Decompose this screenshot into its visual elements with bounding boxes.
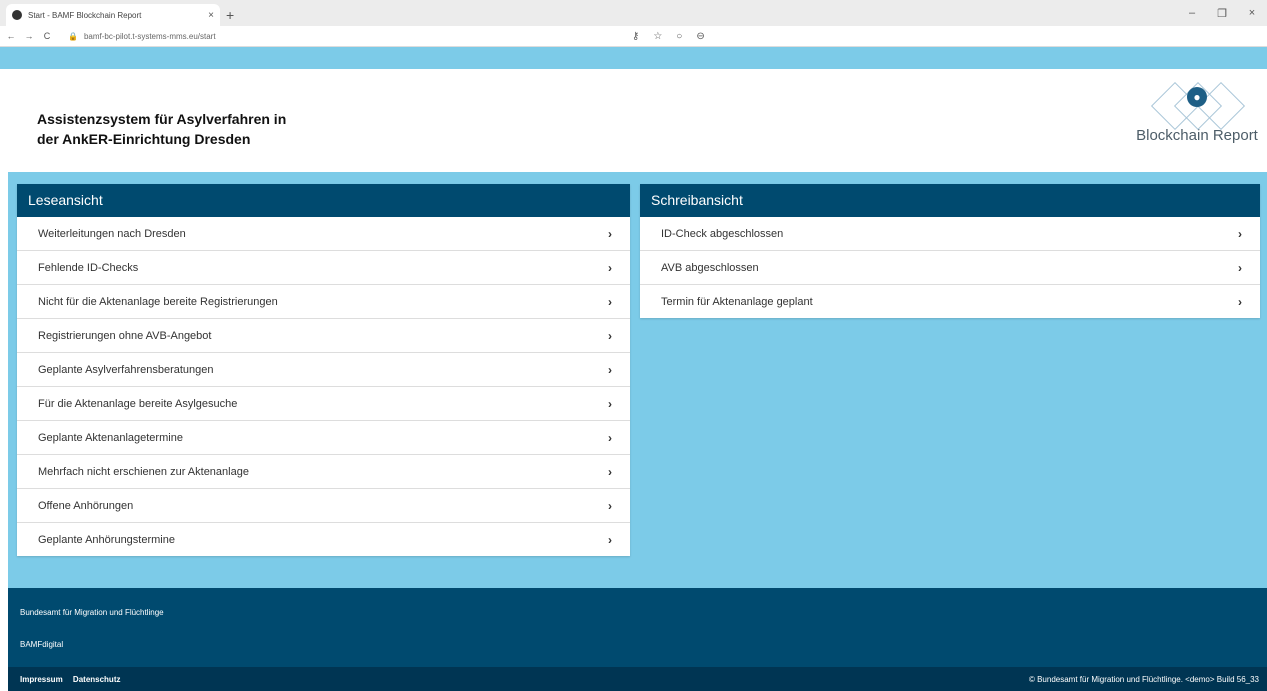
page-title: Assistenzsystem für Asylverfahren in der… [37, 109, 377, 149]
top-strip [0, 47, 1267, 69]
main-area: Leseansicht Weiterleitungen nach Dresden… [8, 172, 1267, 588]
copyright-text: © Bundesamt für Migration und Flüchtling… [1028, 675, 1259, 684]
list-item-label: Für die Aktenanlage bereite Asylgesuche [38, 397, 238, 410]
star-icon[interactable]: ☆ [653, 31, 662, 42]
chevron-right-icon: › [608, 430, 612, 445]
profile-icon[interactable]: ⊖ [696, 31, 704, 42]
chevron-right-icon: › [608, 260, 612, 275]
chevron-right-icon: › [1238, 260, 1242, 275]
bottom-bar: Impressum Datenschutz © Bundesamt für Mi… [8, 667, 1267, 691]
panel-title-leseansicht: Leseansicht [17, 184, 630, 217]
chevron-right-icon: › [608, 396, 612, 411]
chevron-right-icon: › [608, 464, 612, 479]
impressum-link[interactable]: Impressum [20, 675, 63, 684]
chevron-right-icon: › [608, 328, 612, 343]
chevron-right-icon: › [1238, 226, 1242, 241]
list-item[interactable]: AVB abgeschlossen › [640, 251, 1260, 285]
blockchain-report-logo: ● Blockchain Report [1135, 81, 1259, 147]
list-item[interactable]: Fehlende ID-Checks › [17, 251, 630, 285]
page-title-line2: der AnkER-Einrichtung Dresden [37, 131, 251, 147]
page-footer: Bundesamt für Migration und Flüchtlinge … [8, 588, 1267, 667]
list-item[interactable]: Registrierungen ohne AVB-Angebot › [17, 319, 630, 353]
lock-icon: 🔒 [68, 31, 78, 41]
list-item[interactable]: Nicht für die Aktenanlage bereite Regist… [17, 285, 630, 319]
list-item-label: Fehlende ID-Checks [38, 261, 139, 274]
list-item-label: Weiterleitungen nach Dresden [38, 227, 186, 240]
tab-close-icon[interactable]: × [208, 10, 214, 21]
list-item-label: ID-Check abgeschlossen [661, 227, 784, 240]
chevron-right-icon: › [608, 532, 612, 547]
list-item[interactable]: Geplante Anhörungstermine › [17, 523, 630, 556]
minimize-icon[interactable]: – [1177, 7, 1207, 19]
footer-links: Impressum Datenschutz [20, 675, 128, 684]
chevron-right-icon: › [608, 498, 612, 513]
list-item-label: Geplante Anhörungstermine [38, 533, 175, 546]
address-bar: ← → C 🔒 bamf-bc-pilot.t-systems-mms.eu/s… [0, 26, 1267, 47]
chevron-right-icon: › [608, 362, 612, 377]
page-title-line1: Assistenzsystem für Asylverfahren in [37, 111, 287, 127]
chevron-right-icon: › [1238, 294, 1242, 309]
page-header: Assistenzsystem für Asylverfahren in der… [0, 69, 1267, 174]
key-icon[interactable]: ⚷ [632, 31, 639, 42]
browser-tab[interactable]: Start - BAMF Blockchain Report × [6, 4, 220, 26]
browser-tabbar: Start - BAMF Blockchain Report × + – ❐ × [0, 0, 1267, 26]
maximize-icon[interactable]: ❐ [1207, 7, 1237, 20]
chevron-right-icon: › [608, 294, 612, 309]
back-arrow-icon[interactable]: ← [4, 31, 18, 41]
panel-schreibansicht: Schreibansicht ID-Check abgeschlossen › A… [640, 184, 1260, 318]
list-item[interactable]: Mehrfach nicht erschienen zur Aktenanlag… [17, 455, 630, 489]
extension-icon[interactable]: ○ [676, 31, 682, 42]
chevron-right-icon: › [608, 226, 612, 241]
list-item[interactable]: Termin für Aktenanlage geplant › [640, 285, 1260, 318]
datenschutz-link[interactable]: Datenschutz [73, 675, 121, 684]
panel-title-schreibansicht: Schreibansicht [640, 184, 1260, 217]
list-item-label: Mehrfach nicht erschienen zur Aktenanlag… [38, 465, 249, 478]
user-icon: ● [1187, 87, 1207, 107]
list-item[interactable]: ID-Check abgeschlossen › [640, 217, 1260, 251]
list-item[interactable]: Weiterleitungen nach Dresden › [17, 217, 630, 251]
forward-arrow-icon[interactable]: → [22, 31, 36, 41]
browser-tab-title: Start - BAMF Blockchain Report [28, 10, 142, 20]
list-item-label: Offene Anhörungen [38, 499, 134, 512]
window-controls: – ❐ × [1177, 0, 1267, 26]
list-item-label: Registrierungen ohne AVB-Angebot [38, 329, 212, 342]
list-item-label: Geplante Aktenanlagetermine [38, 431, 183, 444]
footer-org: Bundesamt für Migration und Flüchtlinge [20, 608, 164, 617]
panel-leseansicht: Leseansicht Weiterleitungen nach Dresden… [17, 184, 630, 556]
eagle-favicon-icon [12, 10, 22, 20]
list-item-label: AVB abgeschlossen [661, 261, 759, 274]
list-item[interactable]: Geplante Asylverfahrensberatungen › [17, 353, 630, 387]
list-item-label: Geplante Asylverfahrensberatungen [38, 363, 214, 376]
list-item[interactable]: Für die Aktenanlage bereite Asylgesuche › [17, 387, 630, 421]
list-item-label: Termin für Aktenanlage geplant [661, 295, 813, 308]
footer-unit: BAMFdigital [20, 640, 64, 649]
url-field[interactable]: bamf-bc-pilot.t-systems-mms.eu/start [84, 32, 216, 41]
list-item[interactable]: Offene Anhörungen › [17, 489, 630, 523]
browser-actions: ⚷ ☆ ○ ⊖ [632, 26, 1252, 46]
reload-icon[interactable]: C [40, 31, 54, 41]
cubes-icon: ● [1150, 81, 1246, 131]
list-item[interactable]: Geplante Aktenanlagetermine › [17, 421, 630, 455]
new-tab-button[interactable]: + [226, 4, 234, 26]
list-item-label: Nicht für die Aktenanlage bereite Regist… [38, 295, 278, 308]
window-close-icon[interactable]: × [1237, 7, 1267, 19]
